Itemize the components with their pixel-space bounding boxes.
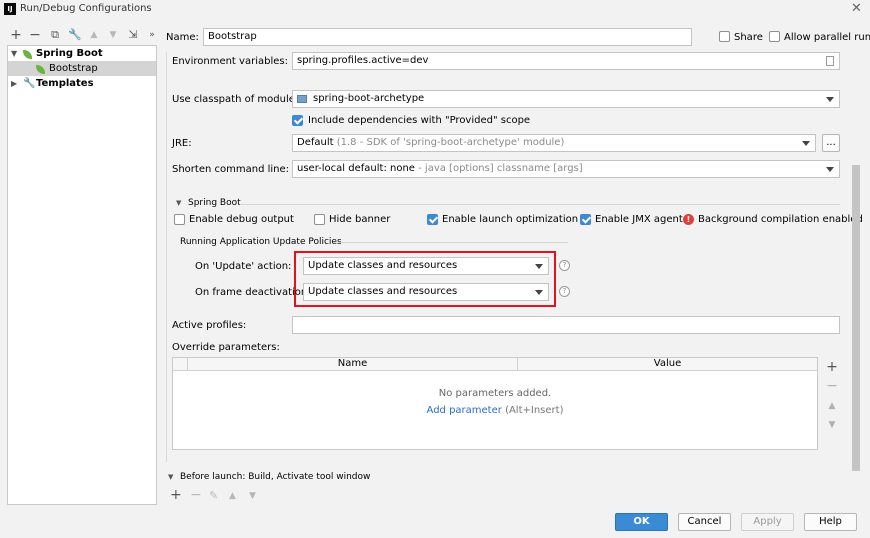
module-folder-icon — [297, 95, 307, 103]
shorten-cmd-select[interactable]: user-local default: none - java [options… — [292, 160, 840, 178]
arrow-up-icon[interactable]: ▲ — [229, 491, 236, 501]
classpath-value: spring-boot-archetype — [313, 93, 425, 104]
launch-optimization-label: Enable launch optimization — [442, 214, 579, 225]
plus-icon[interactable]: + — [170, 487, 182, 503]
spring-boot-icon — [23, 49, 33, 59]
copy-icon[interactable]: ⧉ — [49, 29, 61, 41]
plus-icon[interactable]: + — [824, 359, 840, 375]
jre-hint: (1.8 - SDK of 'spring-boot-archetype' mo… — [336, 137, 565, 148]
on-frame-deactivation-label: On frame deactivation: — [195, 287, 311, 298]
include-provided-label: Include dependencies with "Provided" sco… — [308, 115, 531, 126]
apply-button[interactable]: Apply — [741, 513, 794, 531]
window-title: Run/Debug Configurations — [20, 3, 152, 14]
cancel-button[interactable]: Cancel — [678, 513, 731, 531]
minus-icon[interactable]: − — [824, 378, 840, 394]
column-header-value[interactable]: Value — [517, 358, 817, 371]
active-profiles-input[interactable] — [292, 316, 840, 334]
jre-value: Default — [297, 137, 334, 148]
debug-output-checkbox[interactable] — [174, 214, 185, 225]
chevron-down-icon[interactable]: ▼ — [176, 199, 181, 207]
add-parameter-link[interactable]: Add parameter — [427, 405, 502, 416]
name-input[interactable]: Bootstrap — [203, 28, 692, 46]
on-frame-deactivation-select[interactable]: Update classes and resources — [303, 283, 549, 301]
wrench-icon[interactable]: 🔧 — [68, 29, 82, 41]
jmx-agent-checkbox[interactable] — [580, 214, 591, 225]
on-update-label: On 'Update' action: — [195, 261, 292, 272]
classpath-select[interactable]: spring-boot-archetype — [292, 90, 840, 108]
background-compilation-label: Background compilation enabled — [698, 214, 863, 225]
jre-label: JRE: — [172, 138, 192, 149]
pencil-icon[interactable]: ✎ — [209, 489, 218, 502]
tree-item-spring-boot[interactable]: ▼ Spring Boot — [8, 46, 156, 61]
close-icon[interactable]: ✕ — [851, 1, 862, 16]
before-launch-label: Before launch: Build, Activate tool wind… — [180, 472, 371, 482]
shorten-cmd-hint: - java [options] classname [args] — [418, 163, 583, 174]
edit-document-icon[interactable] — [826, 56, 834, 66]
spring-boot-section-title: Spring Boot — [188, 198, 241, 208]
help-icon[interactable]: ? — [559, 260, 570, 271]
active-profiles-label: Active profiles: — [172, 320, 247, 331]
help-button[interactable]: Help — [804, 513, 857, 531]
chevron-down-icon[interactable]: ▼ — [11, 46, 17, 61]
classpath-label: Use classpath of module: — [172, 94, 299, 105]
configuration-tree[interactable]: ▼ Spring Boot Bootstrap ▶ 🔧 Templates — [7, 45, 157, 505]
allow-parallel-run-label: Allow parallel run — [784, 32, 870, 43]
shorten-cmd-value: user-local default: none — [297, 163, 415, 174]
minus-icon[interactable]: − — [29, 28, 41, 42]
plus-icon[interactable]: + — [10, 28, 22, 42]
jre-browse-button[interactable]: ... — [822, 134, 840, 152]
tree-item-label: Templates — [36, 78, 94, 89]
policies-divider — [334, 242, 568, 243]
update-policies-title: Running Application Update Policies — [180, 237, 342, 247]
tree-item-label: Bootstrap — [49, 63, 98, 74]
add-parameter-shortcut: (Alt+Insert) — [505, 405, 564, 416]
env-vars-input[interactable]: spring.profiles.active=dev — [292, 52, 840, 70]
hide-banner-label: Hide banner — [329, 214, 391, 225]
name-label: Name: — [166, 32, 199, 43]
tree-item-templates[interactable]: ▶ 🔧 Templates — [8, 76, 156, 91]
tree-item-label: Spring Boot — [36, 48, 103, 59]
spring-boot-icon — [36, 64, 46, 74]
section-divider — [240, 204, 840, 205]
env-vars-label: Environment variables: — [172, 56, 288, 67]
jre-select[interactable]: Default (1.8 - SDK of 'spring-boot-arche… — [292, 134, 816, 152]
intellij-app-icon: IJ — [4, 3, 16, 15]
expand-more-icon[interactable]: » — [146, 29, 158, 41]
minus-icon[interactable]: − — [190, 487, 202, 503]
arrow-up-icon[interactable]: ▲ — [88, 29, 100, 41]
move-to-folder-icon[interactable]: ⇲ — [127, 29, 139, 41]
error-icon: ! — [683, 214, 694, 225]
help-icon[interactable]: ? — [559, 286, 570, 297]
arrow-up-icon[interactable]: ▲ — [824, 401, 840, 411]
override-params-table[interactable]: Name Value No parameters added. Add para… — [172, 357, 818, 450]
ok-button[interactable]: OK — [615, 513, 668, 531]
share-checkbox[interactable] — [719, 31, 730, 42]
arrow-down-icon[interactable]: ▼ — [249, 491, 256, 501]
debug-output-label: Enable debug output — [189, 214, 294, 225]
launch-optimization-checkbox[interactable] — [427, 214, 438, 225]
on-update-select[interactable]: Update classes and resources — [303, 257, 549, 275]
scrollbar-thumb[interactable] — [852, 165, 860, 471]
override-params-label: Override parameters: — [172, 342, 280, 353]
empty-table-text: No parameters added. — [438, 388, 552, 399]
arrow-down-icon[interactable]: ▼ — [824, 420, 840, 430]
include-provided-checkbox[interactable] — [292, 115, 303, 126]
allow-parallel-run-checkbox[interactable] — [769, 31, 780, 42]
table-header-cell — [173, 358, 187, 371]
chevron-right-icon[interactable]: ▶ — [11, 76, 17, 91]
hide-banner-checkbox[interactable] — [314, 214, 325, 225]
column-header-name[interactable]: Name — [187, 358, 517, 371]
tree-item-bootstrap[interactable]: Bootstrap — [8, 61, 156, 76]
share-label: Share — [734, 32, 763, 43]
chevron-down-icon[interactable]: ▼ — [168, 473, 173, 481]
wrench-icon: 🔧 — [23, 78, 36, 89]
arrow-down-icon[interactable]: ▼ — [107, 29, 119, 41]
jmx-agent-label: Enable JMX agent — [595, 214, 683, 225]
shorten-cmd-label: Shorten command line: — [172, 164, 290, 175]
